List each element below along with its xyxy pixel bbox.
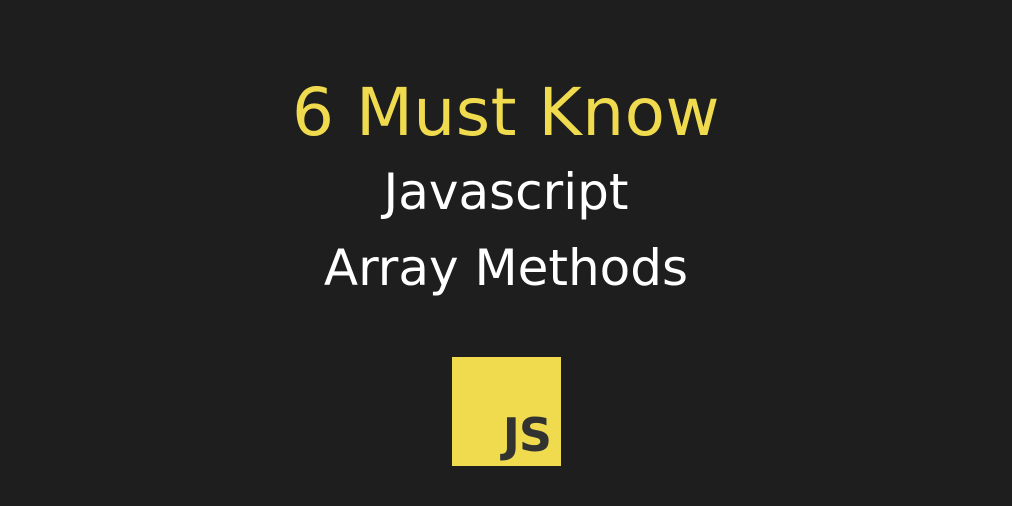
javascript-logo-text: JS	[502, 408, 552, 462]
banner-canvas: 6 Must Know Javascript Array Methods JS	[0, 0, 1012, 506]
headline-line-2: Array Methods	[323, 239, 689, 297]
javascript-logo-icon: JS	[452, 357, 561, 466]
headline-line-1: Javascript	[383, 163, 629, 221]
headline-accent: 6 Must Know	[292, 74, 720, 151]
